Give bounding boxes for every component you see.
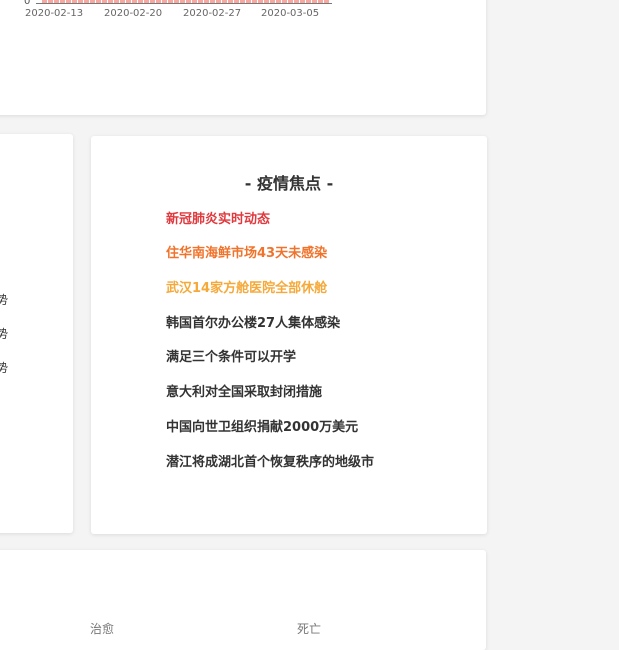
trend-chart-card: 0 2020-02-13 2020-02-20 2020-02-27 2020-… xyxy=(0,0,486,115)
news-item[interactable]: 满足三个条件可以开学 xyxy=(166,346,296,365)
x-axis-line xyxy=(36,3,332,4)
news-item[interactable]: 中国向世卫组织捐献2000万美元 xyxy=(166,416,358,435)
x-tick-label: 2020-02-20 xyxy=(104,8,163,19)
y-axis-zero-label: 0 xyxy=(24,0,31,7)
trend-link[interactable]: 趋势 xyxy=(0,359,8,376)
stats-card: 治愈 死亡 xyxy=(0,550,486,650)
news-item[interactable]: 新冠肺炎实时动态 xyxy=(166,208,270,227)
news-item[interactable]: 意大利对全国采取封闭措施 xyxy=(166,381,322,400)
news-item[interactable]: 武汉14家方舱医院全部休舱 xyxy=(166,277,327,296)
focus-title: - 疫情焦点 - xyxy=(244,174,334,193)
death-label: 死亡 xyxy=(297,622,322,636)
x-tick-label: 2020-03-05 xyxy=(261,8,320,19)
trend-link[interactable]: 趋势 xyxy=(0,325,8,342)
news-item[interactable]: 潜江将成湖北首个恢复秩序的地级市 xyxy=(166,451,374,470)
news-item[interactable]: 韩国首尔办公楼27人集体感染 xyxy=(166,312,340,331)
epidemic-focus-card: - 疫情焦点 - 新冠肺炎实时动态 住华南海鲜市场43天未感染 武汉14家方舱医… xyxy=(91,136,487,534)
x-tick-label: 2020-02-27 xyxy=(183,8,242,19)
trend-link[interactable]: 趋势 xyxy=(0,291,8,308)
cured-label: 治愈 xyxy=(90,622,115,636)
trend-menu-card: 趋势 趋势 趋势 势 xyxy=(0,134,73,533)
x-tick-label: 2020-02-13 xyxy=(25,8,84,19)
news-item[interactable]: 住华南海鲜市场43天未感染 xyxy=(166,242,327,261)
